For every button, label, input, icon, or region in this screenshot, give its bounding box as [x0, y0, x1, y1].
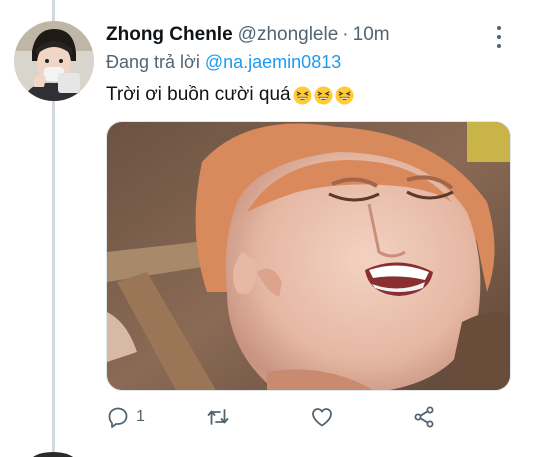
like-button[interactable]	[310, 402, 334, 432]
retweet-button[interactable]	[206, 402, 230, 432]
timestamp[interactable]: 10m	[353, 24, 390, 46]
separator-dot: ·	[342, 24, 349, 45]
avatar[interactable]	[14, 21, 94, 101]
share-icon	[414, 406, 434, 428]
like-icon	[312, 408, 332, 427]
user-handle[interactable]: @zhonglele	[238, 24, 339, 46]
action-bar: 1	[106, 402, 446, 432]
replying-to-mention[interactable]: @na.jaemin0813	[205, 52, 341, 72]
retweet-icon	[207, 409, 229, 425]
tweet-body: Trời ơi buồn cười quá	[106, 84, 291, 105]
tweet-text: Trời ơi buồn cười quá	[106, 84, 354, 106]
display-name[interactable]: Zhong Chenle	[106, 24, 233, 46]
share-button[interactable]	[412, 402, 436, 432]
tweet-header: Zhong Chenle @zhonglele · 10m	[106, 24, 390, 50]
replying-to: Đang trả lời @na.jaemin0813	[106, 52, 341, 73]
reply-count: 1	[136, 408, 145, 425]
replying-to-label: Đang trả lời	[106, 52, 200, 72]
next-tweet-avatar[interactable]	[30, 452, 76, 457]
tweet-photo[interactable]	[106, 121, 511, 391]
grinning-squinting-face-icon	[314, 85, 333, 105]
more-options-icon[interactable]	[494, 26, 504, 48]
grinning-squinting-face-icon	[293, 85, 312, 105]
reply-button[interactable]: 1	[106, 402, 145, 432]
grinning-squinting-face-icon	[335, 85, 354, 105]
reply-icon	[108, 407, 128, 428]
